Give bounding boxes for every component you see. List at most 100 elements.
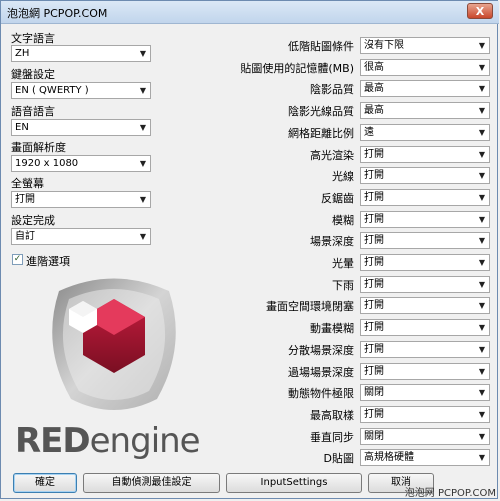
setting-select[interactable]: 打開 ▼ — [360, 363, 490, 380]
chevron-down-icon: ▼ — [478, 193, 486, 202]
chevron-down-icon: ▼ — [139, 195, 147, 204]
setting-label: 貼圖使用的記憶體(MB) — [240, 62, 354, 75]
keyboard-value: EN ( QWERTY ) — [15, 85, 89, 96]
setting-select[interactable]: 打開 ▼ — [360, 232, 490, 249]
setting-select[interactable]: 打開 ▼ — [360, 341, 490, 358]
chevron-down-icon: ▼ — [139, 232, 147, 241]
preset-select[interactable]: 自訂 ▼ — [11, 228, 151, 245]
chevron-down-icon: ▼ — [139, 86, 147, 95]
voice-language-value: EN — [15, 122, 29, 133]
setting-label: 網格距離比例 — [288, 127, 354, 140]
watermark-text: 泡泡网 PCPOP.COM — [404, 488, 496, 499]
text-language-select[interactable]: ZH ▼ — [11, 45, 151, 62]
chevron-down-icon: ▼ — [478, 215, 486, 224]
chevron-down-icon: ▼ — [478, 128, 486, 137]
setting-value: 高規格硬體 — [364, 452, 414, 463]
redengine-wordmark: REDengine — [15, 421, 201, 461]
setting-select[interactable]: 打開 ▼ — [360, 167, 490, 184]
setting-select[interactable]: 很高 ▼ — [360, 59, 490, 76]
fullscreen-label: 全螢幕 — [11, 177, 44, 190]
chevron-down-icon: ▼ — [478, 388, 486, 397]
chevron-down-icon: ▼ — [139, 123, 147, 132]
setting-label: 垂直同步 — [310, 431, 354, 444]
chevron-down-icon: ▼ — [478, 106, 486, 115]
chevron-down-icon: ▼ — [478, 301, 486, 310]
preset-value: 自訂 — [15, 231, 35, 242]
logo-engine-text: engine — [89, 421, 201, 461]
setting-value: 打開 — [364, 409, 384, 420]
window-title: 泡泡網 PCPOP.COM — [7, 7, 108, 20]
resolution-select[interactable]: 1920 x 1080 ▼ — [11, 155, 151, 172]
close-button[interactable]: X — [467, 3, 493, 19]
setting-select[interactable]: 打開 ▼ — [360, 297, 490, 314]
setting-label: 低階貼圖條件 — [288, 40, 354, 53]
setting-value: 關閉 — [364, 387, 384, 398]
chevron-down-icon: ▼ — [478, 84, 486, 93]
chevron-down-icon: ▼ — [478, 150, 486, 159]
keyboard-label: 鍵盤設定 — [11, 68, 55, 81]
chevron-down-icon: ▼ — [478, 171, 486, 180]
setting-label: 光線 — [332, 170, 354, 183]
setting-select[interactable]: 打開 ▼ — [360, 319, 490, 336]
setting-value: 打開 — [364, 279, 384, 290]
setting-label: 下雨 — [332, 279, 354, 292]
setting-select[interactable]: 打開 ▼ — [360, 189, 490, 206]
setting-value: 遠 — [364, 127, 374, 138]
setting-select[interactable]: 打開 ▼ — [360, 406, 490, 423]
text-language-label: 文字語言 — [11, 32, 55, 45]
settings-window: 泡泡網 PCPOP.COM X 文字語言 ZH ▼ 鍵盤設定 EN ( QWERT… — [0, 0, 499, 499]
advanced-checkbox[interactable]: ✓ — [12, 254, 23, 265]
setting-select[interactable]: 關閉 ▼ — [360, 384, 490, 401]
setting-label: 動態物件極限 — [288, 387, 354, 400]
resolution-value: 1920 x 1080 — [15, 158, 79, 169]
setting-label: 反鋸齒 — [321, 192, 354, 205]
chevron-down-icon: ▼ — [478, 258, 486, 267]
chevron-down-icon: ▼ — [478, 453, 486, 462]
logo-red-text: RED — [15, 421, 91, 461]
chevron-down-icon: ▼ — [478, 345, 486, 354]
setting-select[interactable]: 遠 ▼ — [360, 124, 490, 141]
setting-value: 最高 — [364, 83, 384, 94]
ok-button[interactable]: 確定 — [13, 473, 77, 493]
setting-label: 動畫模糊 — [310, 322, 354, 335]
input-settings-button[interactable]: InputSettings — [226, 473, 362, 493]
fullscreen-value: 打開 — [15, 194, 35, 205]
chevron-down-icon: ▼ — [478, 63, 486, 72]
setting-value: 打開 — [364, 257, 384, 268]
chevron-down-icon: ▼ — [478, 432, 486, 441]
setting-select[interactable]: 最高 ▼ — [360, 80, 490, 97]
setting-value: 打開 — [364, 300, 384, 311]
setting-label: 畫面空間環境閉塞 — [266, 300, 354, 313]
keyboard-select[interactable]: EN ( QWERTY ) ▼ — [11, 82, 151, 99]
setting-value: 關閉 — [364, 431, 384, 442]
chevron-down-icon: ▼ — [478, 280, 486, 289]
setting-select[interactable]: 最高 ▼ — [360, 102, 490, 119]
setting-value: 最高 — [364, 105, 384, 116]
setting-label: 場景深度 — [310, 235, 354, 248]
setting-select[interactable]: 高規格硬體 ▼ — [360, 449, 490, 466]
setting-select[interactable]: 打開 ▼ — [360, 146, 490, 163]
voice-language-select[interactable]: EN ▼ — [11, 119, 151, 136]
chevron-down-icon: ▼ — [478, 410, 486, 419]
setting-label: 陰影品質 — [310, 83, 354, 96]
setting-select[interactable]: 打開 ▼ — [360, 276, 490, 293]
setting-label: 分散場景深度 — [288, 344, 354, 357]
auto-detect-button[interactable]: 自動偵測最佳設定 — [83, 473, 220, 493]
fullscreen-select[interactable]: 打開 ▼ — [11, 191, 151, 208]
setting-value: 打開 — [364, 235, 384, 246]
setting-select[interactable]: 沒有下限 ▼ — [360, 37, 490, 54]
setting-value: 打開 — [364, 149, 384, 160]
voice-language-label: 語音語言 — [11, 105, 55, 118]
chevron-down-icon: ▼ — [139, 49, 147, 58]
title-bar: 泡泡網 PCPOP.COM X — [1, 1, 499, 24]
setting-label: 最高取樣 — [310, 409, 354, 422]
setting-select[interactable]: 打開 ▼ — [360, 254, 490, 271]
setting-label: 光暈 — [332, 257, 354, 270]
setting-label: 陰影光線品質 — [288, 105, 354, 118]
chevron-down-icon: ▼ — [139, 159, 147, 168]
redengine-logo-icon — [52, 278, 176, 410]
setting-select[interactable]: 關閉 ▼ — [360, 428, 490, 445]
setting-label: 高光渲染 — [310, 149, 354, 162]
setting-select[interactable]: 打開 ▼ — [360, 211, 490, 228]
setting-value: 打開 — [364, 344, 384, 355]
